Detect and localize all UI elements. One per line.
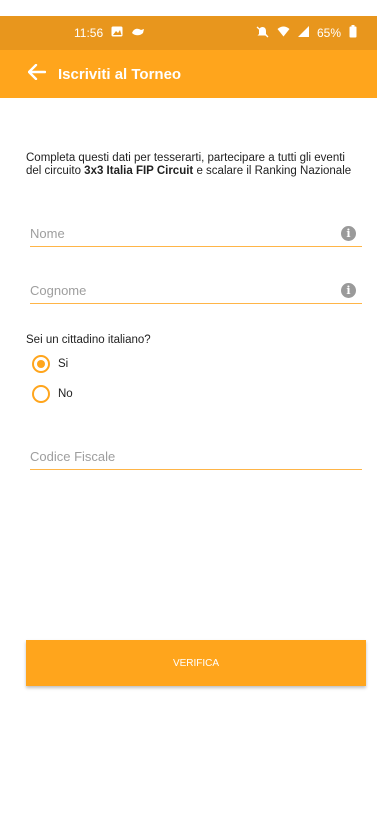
- codice-fiscale-placeholder: Codice Fiscale: [30, 448, 116, 464]
- wifi-icon: [277, 26, 290, 40]
- pay-notification-icon: [131, 26, 145, 40]
- status-right: 65%: [256, 25, 357, 41]
- cognome-field[interactable]: Cognome i: [30, 277, 362, 304]
- nome-field[interactable]: Nome i: [30, 220, 362, 247]
- app-bar: Iscriviti al Torneo: [0, 50, 377, 98]
- status-bar: 11:56 65%: [0, 16, 377, 50]
- page-title: Iscriviti al Torneo: [58, 65, 182, 83]
- citizen-question: Sei un cittadino italiano?: [26, 334, 151, 346]
- intro-line-2: del circuito 3x3 Italia FIP Circuit e sc…: [26, 165, 366, 178]
- intro-line-2-prefix: del circuito: [26, 165, 85, 177]
- nome-info-icon[interactable]: i: [341, 225, 356, 241]
- status-time: 11:56: [74, 26, 104, 40]
- nome-placeholder: Nome: [30, 225, 65, 241]
- intro-text: Completa questi dati per tesserarti, par…: [26, 152, 366, 178]
- codice-fiscale-field[interactable]: Codice Fiscale: [30, 443, 362, 470]
- back-arrow-icon[interactable]: [27, 63, 47, 85]
- circuit-name: 3x3 Italia FIP Circuit: [84, 165, 194, 177]
- cognome-placeholder: Cognome: [30, 282, 87, 298]
- radio-option-no[interactable]: No: [32, 385, 73, 403]
- radio-label-si: Si: [58, 358, 69, 370]
- battery-percent: 65%: [316, 26, 341, 40]
- image-notification-icon: [111, 26, 123, 40]
- intro-line-2-suffix: e scalare il Ranking Nazionale: [193, 165, 352, 177]
- mute-icon: [256, 26, 269, 41]
- battery-icon: [349, 25, 357, 41]
- verify-button[interactable]: VERIFICA: [26, 640, 366, 686]
- radio-label-no: No: [58, 388, 73, 400]
- intro-line-1: Completa questi dati per tesserarti, par…: [26, 152, 345, 164]
- radio-selected-icon[interactable]: [32, 355, 50, 373]
- signal-icon: [297, 26, 309, 40]
- radio-option-si[interactable]: Si: [32, 355, 68, 373]
- radio-unselected-icon[interactable]: [32, 385, 50, 403]
- cognome-info-icon[interactable]: i: [341, 282, 356, 298]
- status-left: 11:56: [74, 26, 145, 40]
